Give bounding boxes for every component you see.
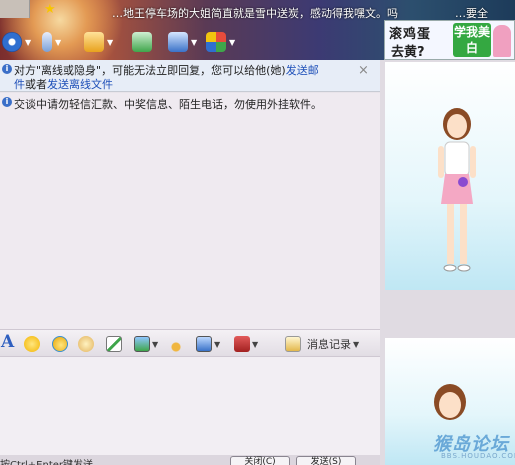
notice-or-text: 或者: [25, 78, 47, 91]
footer-bar: 按Ctrl+Enter键发送 关闭(C) 发送(S): [0, 455, 380, 465]
system-warning-message: 交谈中请勿轻信汇款、中奖信息、陌生电话，勿使用外挂软件。: [14, 98, 322, 111]
add-friend-icon: [132, 32, 152, 52]
send-email-link[interactable]: 发送邮: [286, 64, 319, 77]
music-button[interactable]: [170, 335, 186, 353]
message-history-area[interactable]: i 交谈中请勿轻信汇款、中奖信息、陌生电话，勿使用外挂软件。: [0, 93, 380, 329]
send-file-icon: [84, 32, 104, 52]
send-image-button[interactable]: ▼: [134, 335, 158, 353]
ad-line-2: 去黄?: [391, 45, 425, 60]
image-icon: [134, 336, 150, 352]
remote-assist-button[interactable]: ▼: [168, 30, 197, 54]
offline-notice-bar: i 对方"离线或隐身"，可能无法立即回复，您可以给他(她)发送邮 件或者发送离线…: [0, 60, 380, 92]
chat-toolbar: ▼ ▼ ▼ ▼ ▼: [0, 26, 380, 58]
top-banner: ★ …地王停车场的大姐简直就是雪中送炭，感动得我嘿文。吗 …要全 ▼ ▼ ▼ ▼…: [0, 0, 515, 60]
chevron-down-icon[interactable]: ▼: [191, 38, 197, 47]
ad-figure-image: [493, 25, 511, 57]
watermark-url: BBS.HOUDAO.COM: [441, 452, 515, 460]
signature-marquee: …地王停车场的大姐简直就是雪中送炭，感动得我嘿文。吗: [112, 7, 398, 20]
apps-button[interactable]: ▼: [206, 30, 235, 54]
send-shortcut-hint: 按Ctrl+Enter键发送: [0, 456, 93, 465]
screen-icon: [196, 336, 212, 352]
gift-icon: [234, 336, 250, 352]
screenshot-icon: [106, 336, 122, 352]
chevron-down-icon[interactable]: ▼: [107, 38, 113, 47]
history-icon: [285, 336, 301, 352]
chevron-down-icon[interactable]: ▼: [55, 38, 61, 47]
send-email-link-cont[interactable]: 件: [14, 78, 25, 91]
video-icon: [2, 32, 22, 52]
chevron-down-icon[interactable]: ▼: [353, 340, 359, 349]
message-input[interactable]: [0, 357, 380, 457]
chevron-down-icon[interactable]: ▼: [152, 340, 158, 349]
wink-icon: [52, 336, 68, 352]
send-button[interactable]: 发送(S): [296, 456, 356, 465]
screenshot-button[interactable]: [106, 335, 122, 353]
contact-avatar[interactable]: [0, 0, 30, 18]
chevron-down-icon[interactable]: ▼: [229, 38, 235, 47]
message-history-button[interactable]: 消息记录 ▼: [285, 335, 359, 353]
voice-call-button[interactable]: ▼: [42, 30, 61, 54]
info-icon: i: [2, 97, 12, 107]
remote-assist-icon: [168, 32, 188, 52]
gift-button[interactable]: ▼: [234, 335, 258, 353]
screen-share-button[interactable]: ▼: [196, 335, 220, 353]
chevron-down-icon[interactable]: ▼: [25, 38, 31, 47]
chevron-down-icon[interactable]: ▼: [214, 340, 220, 349]
star-icon[interactable]: ★: [44, 3, 56, 16]
wink-button[interactable]: [52, 335, 68, 353]
send-offline-file-link[interactable]: 发送离线文件: [47, 78, 113, 91]
chevron-down-icon[interactable]: ▼: [252, 340, 258, 349]
microphone-icon: [42, 32, 52, 52]
music-icon: [170, 336, 186, 352]
notice-line-2: 件或者发送离线文件: [14, 76, 113, 92]
close-button[interactable]: 关闭(C): [230, 456, 290, 465]
add-friend-button[interactable]: [132, 30, 152, 54]
ad-line-1: 滚鸡蛋: [389, 27, 432, 42]
magic-face-button[interactable]: [78, 335, 94, 353]
ad-badge: 学我美白: [453, 23, 491, 57]
apps-icon: [206, 32, 226, 52]
self-show-panel: 猴岛论坛 BBS.HOUDAO.COM: [385, 338, 515, 465]
avatar-side-panel: 猴岛论坛 BBS.HOUDAO.COM: [380, 60, 515, 465]
contact-show-avatar: [438, 108, 476, 272]
magic-face-icon: [78, 336, 94, 352]
format-toolbar: A ▼ ▼ ▼ 消息记录 ▼: [0, 329, 380, 357]
send-file-button[interactable]: ▼: [84, 30, 113, 54]
advertisement-banner[interactable]: 滚鸡蛋 去黄? 学我美白: [384, 20, 515, 60]
info-icon: i: [2, 64, 12, 74]
emoticon-button[interactable]: [24, 335, 40, 353]
video-call-button[interactable]: ▼: [2, 30, 31, 54]
signature-marquee-tail: …要全: [455, 7, 488, 20]
close-icon[interactable]: ×: [358, 63, 369, 78]
smiley-icon: [24, 336, 40, 352]
message-history-label: 消息记录: [307, 338, 351, 351]
contact-show-panel: [385, 62, 515, 290]
font-button[interactable]: A: [1, 332, 14, 352]
